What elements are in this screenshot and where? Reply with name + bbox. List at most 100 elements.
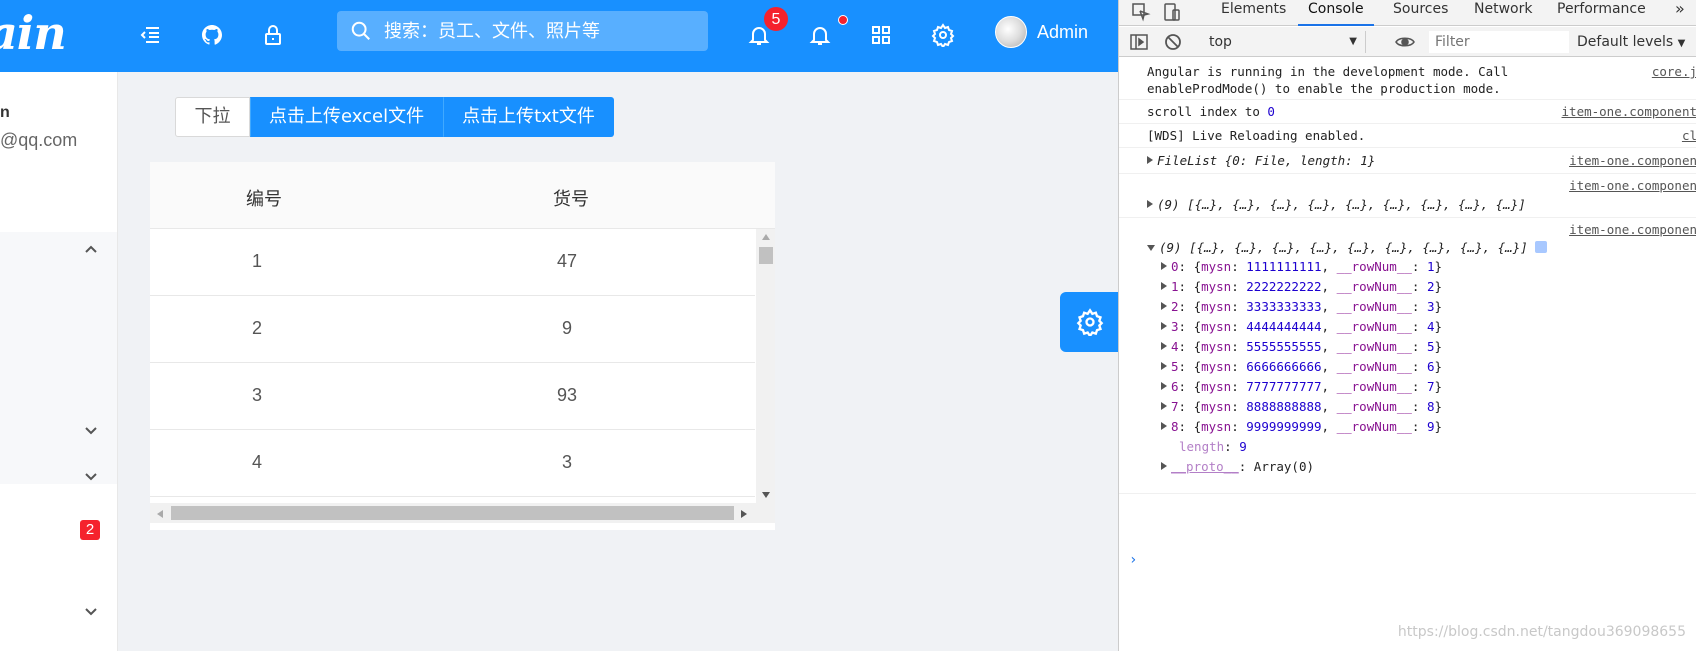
console-source-link[interactable]: item-one.component [1562, 104, 1696, 119]
alert-dot [838, 15, 848, 25]
dropdown-button[interactable]: 下拉 [175, 97, 250, 137]
array-item-row[interactable]: 2: {mysn: 3333333333, __rowNum__: 3} [1119, 299, 1696, 317]
console-source-link[interactable]: item-one.componen [1569, 153, 1696, 168]
array-item-row[interactable]: 6: {mysn: 7777777777, __rowNum__: 7} [1119, 379, 1696, 397]
table-cell: 47 [556, 251, 578, 271]
array-item-row[interactable]: 1: {mysn: 2222222222, __rowNum__: 2} [1119, 279, 1696, 297]
chevron-up-icon[interactable] [83, 242, 99, 258]
chevron-down-icon[interactable] [83, 468, 99, 484]
clear-console-icon[interactable] [1163, 32, 1183, 52]
length-label: length [1179, 439, 1225, 454]
chevron-down-icon[interactable] [83, 603, 99, 619]
console-message[interactable]: item-one.componen (9) [{…}, {…}, {…}, {…… [1119, 218, 1696, 494]
console-source-link[interactable]: item-one.componen [1569, 178, 1696, 193]
console-source-link[interactable]: core.j [1652, 64, 1696, 79]
array-item-row[interactable]: 3: {mysn: 4444444444, __rowNum__: 4} [1119, 319, 1696, 337]
column-header-id: 编号 [246, 189, 282, 210]
console-message-text: (9) [{…}, {…}, {…}, {…}, {…}, {…}, {…}, … [1157, 197, 1526, 212]
rownum-value: 6 [1426, 359, 1435, 374]
mysn-value: 3333333333 [1246, 299, 1322, 314]
array-index: 3 [1171, 319, 1179, 334]
horizontal-scroll-thumb[interactable] [171, 506, 734, 520]
table-cell: 93 [556, 385, 578, 405]
user-menu[interactable]: Admin [995, 16, 1088, 48]
tab-performance[interactable]: Performance [1547, 0, 1656, 26]
menu-fold-icon[interactable] [131, 16, 169, 54]
tab-sources[interactable]: Sources [1383, 0, 1458, 26]
array-item-row[interactable]: 8: {mysn: 9999999999, __rowNum__: 9} [1119, 419, 1696, 437]
global-search[interactable] [337, 11, 708, 51]
mysn-value: 8888888888 [1246, 399, 1322, 414]
sidebar-user-name: n [0, 104, 10, 121]
chevron-down-icon[interactable] [83, 422, 99, 438]
watermark: https://blog.csdn.net/tangdou369098655 [1397, 624, 1686, 640]
table-row: 2 9 [150, 296, 755, 363]
mysn-value: 7777777777 [1246, 379, 1322, 394]
scroll-left-arrow-icon[interactable] [156, 509, 164, 519]
array-item-row[interactable]: 4: {mysn: 5555555555, __rowNum__: 5} [1119, 339, 1696, 357]
array-item-row[interactable]: 5: {mysn: 6666666666, __rowNum__: 6} [1119, 359, 1696, 377]
theme-settings-button[interactable] [1060, 292, 1118, 352]
expand-triangle-icon[interactable] [1147, 200, 1153, 208]
array-index: 8 [1171, 419, 1179, 434]
context-value: top [1209, 34, 1232, 50]
mysn-value: 1111111111 [1246, 259, 1322, 274]
github-icon[interactable] [193, 16, 231, 54]
console-toolbar: top ▼ Default levels ▼ [1119, 27, 1696, 57]
console-output: Angular is running in the development mo… [1119, 58, 1696, 651]
scroll-down-arrow-icon[interactable] [761, 491, 771, 499]
proto-label: __proto__ [1171, 459, 1239, 474]
console-message-text: FileList {0: File, length: 1} [1157, 153, 1376, 168]
console-filter-input[interactable] [1429, 31, 1569, 53]
mysn-value: 2222222222 [1246, 279, 1322, 294]
upload-excel-button[interactable]: 点击上传excel文件 [250, 97, 444, 137]
console-message-text: enableProdMode() to enable the productio… [1147, 81, 1501, 96]
app-logo: ain [0, 6, 67, 60]
tab-network[interactable]: Network [1464, 0, 1542, 26]
console-source-link[interactable]: cl [1682, 128, 1696, 143]
table-cell: 4 [251, 452, 262, 472]
table-horizontal-scrollbar[interactable] [150, 503, 775, 523]
array-proto-row[interactable]: __proto__: Array(0) [1119, 459, 1696, 477]
collapse-triangle-icon[interactable] [1147, 245, 1155, 251]
array-item-row[interactable]: 0: {mysn: 1111111111, __rowNum__: 1} [1119, 259, 1696, 277]
console-message[interactable]: FileList {0: File, length: 1} item-one.c… [1119, 148, 1696, 174]
expand-triangle-icon[interactable] [1147, 156, 1153, 164]
table-row: 3 93 [150, 363, 755, 430]
lock-icon[interactable] [254, 16, 292, 54]
mysn-value: 9999999999 [1246, 419, 1322, 434]
tab-elements[interactable]: Elements [1211, 0, 1296, 26]
device-toolbar-icon[interactable] [1161, 2, 1181, 22]
mysn-value: 5555555555 [1246, 339, 1322, 354]
console-message[interactable]: item-one.componen (9) [{…}, {…}, {…}, {…… [1119, 174, 1696, 218]
live-expression-eye-icon[interactable] [1395, 32, 1415, 52]
data-table: 编号 货号 1 47 2 9 3 93 4 3 [150, 162, 775, 530]
sidebar-toggle-icon[interactable] [1129, 32, 1149, 52]
array-index: 0 [1171, 259, 1179, 274]
vertical-scroll-thumb[interactable] [759, 247, 773, 264]
console-source-link[interactable]: item-one.componen [1569, 222, 1696, 237]
log-levels-dropdown[interactable]: Default levels ▼ [1577, 31, 1685, 55]
table-vertical-scrollbar[interactable] [756, 229, 775, 503]
search-input[interactable] [384, 20, 684, 42]
scroll-up-arrow-icon[interactable] [761, 233, 771, 241]
console-message-text: scroll index to [1147, 104, 1268, 119]
apps-grid-icon[interactable] [862, 16, 900, 54]
sidebar: n @qq.com 2 [0, 72, 118, 651]
table-cell: 9 [561, 318, 572, 338]
console-message: Angular is running in the development mo… [1119, 58, 1696, 100]
action-button-group: 下拉 点击上传excel文件 点击上传txt文件 [175, 97, 614, 137]
console-prompt[interactable]: › [1129, 552, 1137, 568]
upload-txt-button[interactable]: 点击上传txt文件 [443, 97, 614, 137]
more-tabs-button[interactable]: » [1665, 0, 1695, 26]
sidebar-user-email: @qq.com [0, 130, 78, 150]
settings-gear-icon[interactable] [924, 16, 962, 54]
tab-console[interactable]: Console [1298, 0, 1374, 26]
context-selector[interactable]: top ▼ [1201, 31, 1366, 53]
array-length-row: length: 9 [1179, 439, 1247, 454]
inspect-element-icon[interactable] [1131, 2, 1151, 22]
alert-bell-icon[interactable] [801, 16, 839, 54]
scroll-right-arrow-icon[interactable] [740, 509, 748, 519]
array-index: 7 [1171, 399, 1179, 414]
array-item-row[interactable]: 7: {mysn: 8888888888, __rowNum__: 8} [1119, 399, 1696, 417]
